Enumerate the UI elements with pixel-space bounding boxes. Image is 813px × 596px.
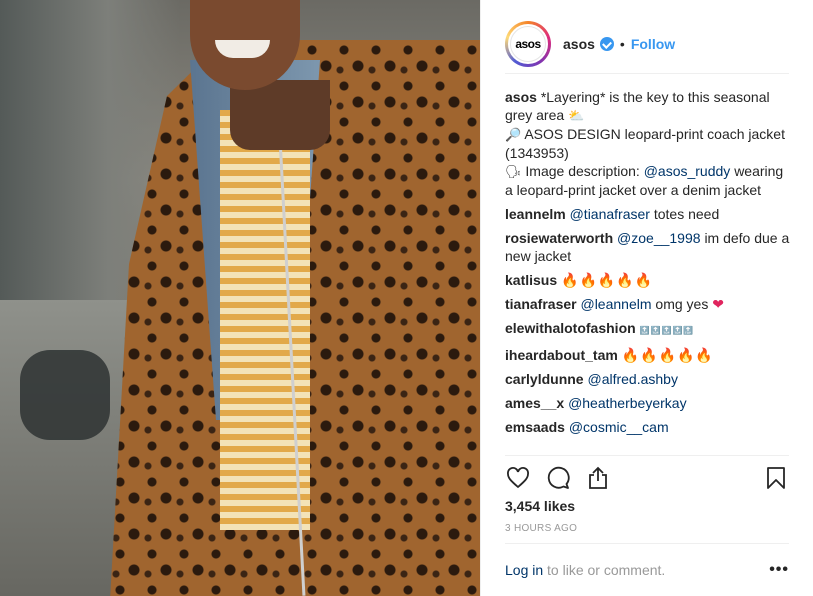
login-link[interactable]: Log in [505,562,543,578]
likes-count[interactable]: 3,454 likes [505,498,575,514]
heart-icon[interactable] [505,465,531,491]
list-item: rosiewaterworth @zoe__1998 im defo due a… [505,229,793,265]
avatar-logo: asos [510,25,546,62]
fire-emojis: 🔥🔥🔥🔥🔥 [561,272,654,288]
caption: asos *Layering* is the key to this seaso… [505,88,793,199]
action-bar [505,455,789,499]
list-item: carlyldunne @alfred.ashby [505,370,793,388]
follow-button[interactable]: Follow [631,36,675,52]
comments-list: asos *Layering* is the key to this seaso… [505,88,793,442]
list-item: emsaads @cosmic__cam [505,418,793,436]
comment-mention[interactable]: @tianafraser [570,206,650,222]
bookmark-icon[interactable] [763,465,789,491]
list-item: iheardabout_tam 🔥🔥🔥🔥🔥 [505,346,793,364]
post-photo[interactable] [0,0,480,596]
post-timestamp[interactable]: 3 HOURS AGO [505,523,577,534]
magnifier-emoji: 🔎 [505,127,522,142]
comment-username[interactable]: elewithalotofashion [505,320,636,336]
post-header: asos asos • Follow [505,14,789,74]
comment-footer: Log in to like or comment. ••• [505,543,789,596]
caption-username[interactable]: asos [505,89,537,105]
comment-mention[interactable]: @leannelm [580,296,651,312]
caption-line2: ASOS DESIGN leopard-print coach jacket (… [505,126,785,161]
caption-line3-text: Image description: [525,163,640,179]
login-prompt: to like or comment. [547,562,666,578]
sun-cloud-emoji: ⛅ [568,108,585,123]
comment-username[interactable]: carlyldunne [505,371,584,387]
comment-username[interactable]: ames__x [505,395,564,411]
comment-text: omg yes [655,296,709,312]
comment-icon[interactable] [545,465,571,491]
comment-username[interactable]: tianafraser [505,296,577,312]
verified-badge-icon [599,36,614,51]
avatar[interactable]: asos [505,20,551,67]
post-panel: asos asos • Follow asos *Layering* is th… [480,0,813,596]
comment-mention[interactable]: @heatherbeyerkay [568,395,687,411]
comment-username[interactable]: emsaads [505,419,565,435]
list-item: ames__x @heatherbeyerkay [505,394,793,412]
comment-mention[interactable]: @zoe__1998 [617,230,701,246]
comment-text: totes need [653,206,720,222]
list-item: katlisus 🔥🔥🔥🔥🔥 [505,271,793,289]
list-item: leannelm @tianafraser totes need [505,205,793,223]
caption-mention[interactable]: @asos_ruddy [644,163,731,179]
list-item: elewithalotofashion 🔝🔝🔝🔝🔝 [505,319,793,340]
separator-dot: • [619,35,625,52]
fire-emojis: 🔥🔥🔥🔥🔥 [621,347,714,363]
heart-emoji: ❤ [712,296,724,312]
list-item: tianafraser @leannelm omg yes ❤ [505,295,793,313]
comment-username[interactable]: rosiewaterworth [505,230,613,246]
instagram-post: asos asos • Follow asos *Layering* is th… [0,0,813,596]
comment-mention[interactable]: @cosmic__cam [569,419,669,435]
top-emojis: 🔝🔝🔝🔝🔝 [639,326,695,335]
more-options-icon[interactable]: ••• [769,561,789,579]
comment-mention[interactable]: @alfred.ashby [587,371,677,387]
caption-line1: *Layering* is the key to this seasonal g… [505,89,770,123]
speaking-head-emoji: 🗣 [505,164,522,179]
share-icon[interactable] [585,465,611,491]
comment-username[interactable]: leannelm [505,206,566,222]
post-username[interactable]: asos [563,36,595,52]
comment-username[interactable]: katlisus [505,272,557,288]
comment-username[interactable]: iheardabout_tam [505,347,618,363]
